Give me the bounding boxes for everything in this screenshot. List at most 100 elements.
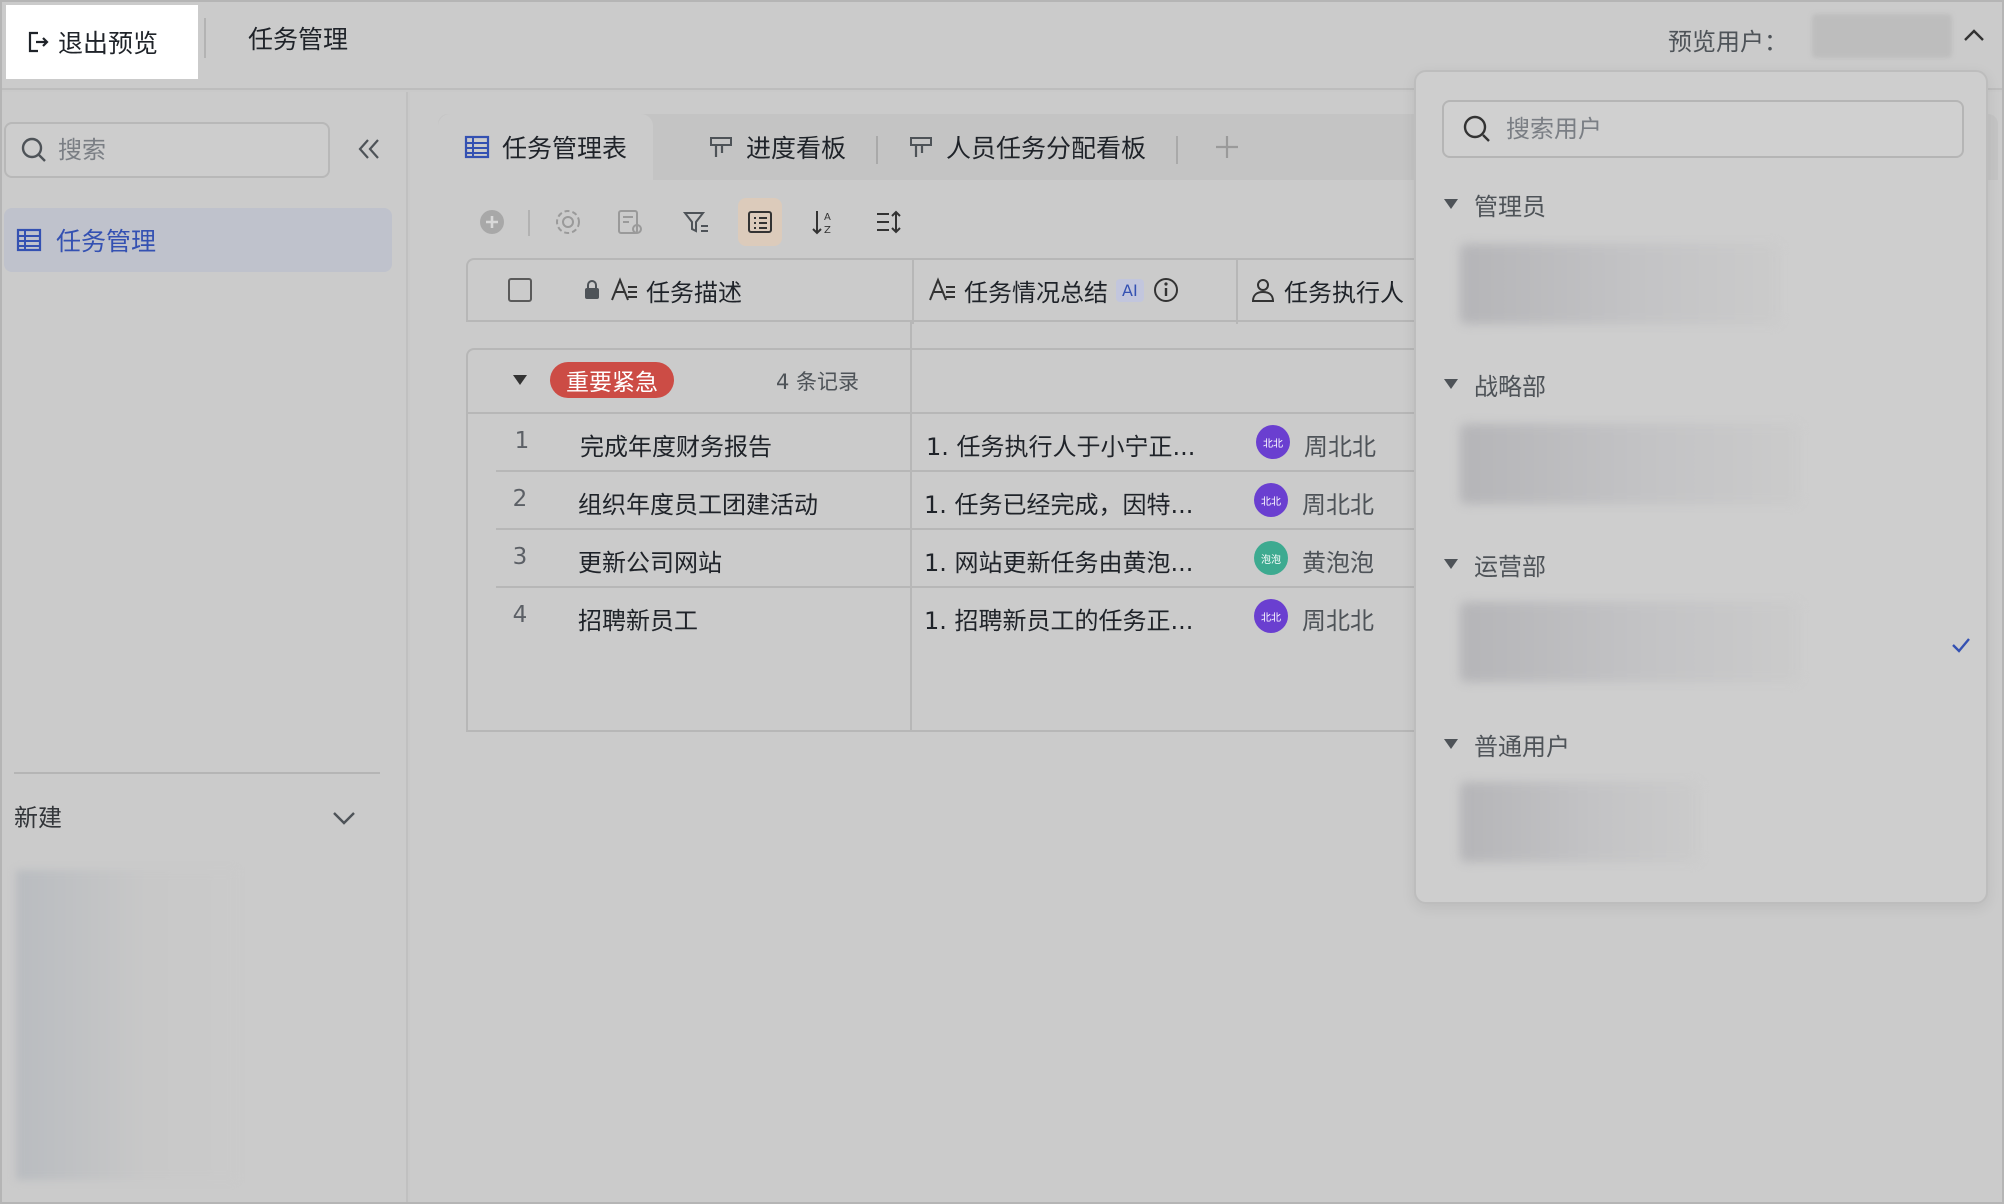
avatar: 泡泡 <box>1254 541 1288 575</box>
search-icon <box>1463 115 1490 142</box>
preview-user-selector[interactable] <box>1812 14 1952 58</box>
column-label: 任务执行人 <box>1284 278 1404 307</box>
settings-button[interactable] <box>546 198 590 246</box>
user-search[interactable] <box>1442 100 1964 158</box>
table-row[interactable]: 4 招聘新员工 1. 招聘新员工的任务正... 北北 周北北 <box>496 586 1516 644</box>
assignee-cell[interactable]: 黄泡泡 <box>1302 543 1374 578</box>
ai-badge: AI <box>1116 278 1144 302</box>
user-group-admin[interactable]: 管理员 <box>1444 184 1546 224</box>
add-record-button[interactable] <box>470 198 514 246</box>
table-icon <box>464 135 490 159</box>
column-header-task-summary[interactable]: 任务情况总结 AI <box>928 260 1180 320</box>
tab-task-table[interactable]: 任务管理表 <box>438 114 654 180</box>
caret-down-icon <box>1444 559 1458 569</box>
sidebar-new-label[interactable]: 新建 <box>14 798 62 833</box>
assignee-cell[interactable]: 周北北 <box>1302 601 1374 636</box>
column-label: 任务描述 <box>646 278 742 307</box>
divider <box>204 18 206 58</box>
column-header-task-desc[interactable]: 任务描述 <box>582 260 742 320</box>
column-header-assignee[interactable]: 任务执行人 <box>1250 260 1404 320</box>
task-summary-cell[interactable]: 1. 任务执行人于小宁正... <box>926 427 1195 462</box>
user-group-operations[interactable]: 运营部 <box>1444 544 1546 584</box>
sidebar-search-input[interactable] <box>58 136 298 164</box>
add-icon <box>480 210 504 234</box>
blurred-user-list[interactable] <box>1460 782 1700 862</box>
sidebar-divider <box>14 772 380 774</box>
assignee-cell[interactable]: 周北北 <box>1304 427 1376 462</box>
exit-icon <box>28 31 49 53</box>
caret-down-icon[interactable] <box>512 374 528 386</box>
preview-user-dropdown: 管理员 战略部 运营部 普通用户 <box>1414 70 1988 904</box>
blurred-content <box>16 870 236 1180</box>
select-all-cell <box>508 260 532 320</box>
user-search-input[interactable] <box>1506 115 1926 143</box>
sort-icon: A Z <box>812 211 831 236</box>
blurred-user-list[interactable] <box>1460 244 1780 324</box>
assignee-cell[interactable]: 周北北 <box>1302 485 1374 520</box>
table-row[interactable]: 3 更新公司网站 1. 网站更新任务由黄泡... 泡泡 黄泡泡 <box>496 528 1516 586</box>
group-row[interactable]: 重要紧急 4 条记录 <box>466 348 1516 412</box>
table-bottom-border <box>466 730 1516 732</box>
task-desc-cell[interactable]: 组织年度员工团建活动 <box>578 485 818 520</box>
settings-icon <box>556 210 580 234</box>
task-desc-cell[interactable]: 完成年度财务报告 <box>580 427 772 462</box>
chevron-up-icon[interactable] <box>1960 22 1988 50</box>
table-left-border <box>466 412 468 732</box>
task-summary-cell[interactable]: 1. 任务已经完成，因特... <box>924 485 1193 520</box>
user-group-regular[interactable]: 普通用户 <box>1444 724 1570 764</box>
lock-icon <box>585 280 599 299</box>
table-row[interactable]: 1 完成年度财务报告 1. 任务执行人于小宁正... 北北 周北北 <box>466 412 1516 470</box>
text-field-icon <box>611 277 637 301</box>
kanban-icon <box>910 137 932 157</box>
collapse-sidebar-icon[interactable] <box>354 134 384 164</box>
chevron-down-icon[interactable] <box>330 804 358 832</box>
avatar: 北北 <box>1254 599 1288 633</box>
caret-down-icon <box>1444 379 1458 389</box>
user-group-strategy[interactable]: 战略部 <box>1444 364 1546 404</box>
avatar: 北北 <box>1254 483 1288 517</box>
column-label: 任务情况总结 <box>964 278 1108 307</box>
task-summary-cell[interactable]: 1. 招聘新员工的任务正... <box>924 601 1193 636</box>
form-settings-button[interactable] <box>608 198 652 246</box>
task-desc-cell[interactable]: 更新公司网站 <box>578 543 722 578</box>
group-tag: 重要紧急 <box>550 362 674 398</box>
sidebar-item-label: 任务管理 <box>56 227 157 256</box>
add-tab-icon[interactable] <box>1212 132 1242 162</box>
task-summary-cell[interactable]: 1. 网站更新任务由黄泡... <box>924 543 1193 578</box>
sidebar-item-task-management[interactable]: 任务管理 <box>4 208 392 272</box>
task-desc-cell[interactable]: 招聘新员工 <box>578 601 698 636</box>
caret-down-icon <box>1444 739 1458 749</box>
blurred-user-list[interactable] <box>1460 424 1800 504</box>
tab-label: 任务管理表 <box>502 134 628 163</box>
caret-down-icon <box>1444 199 1458 209</box>
exit-preview-button[interactable]: 退出预览 <box>6 5 198 79</box>
tab-assignment-board[interactable]: 人员任务分配看板 <box>908 114 1146 180</box>
search-icon <box>21 137 46 162</box>
table-icon <box>16 228 42 252</box>
check-icon <box>1952 638 1970 653</box>
sort-button[interactable]: A Z <box>802 198 846 246</box>
preview-user-label: 预览用户： <box>1668 28 1788 56</box>
row-height-button[interactable] <box>866 198 910 246</box>
row-number: 4 <box>512 602 528 628</box>
sidebar-search[interactable] <box>4 122 330 178</box>
blurred-user-list[interactable] <box>1460 602 1800 682</box>
svg-text:Z: Z <box>824 225 831 236</box>
tab-divider <box>876 136 878 164</box>
filter-button[interactable] <box>674 198 718 246</box>
group-record-count: 4 条记录 <box>776 370 860 394</box>
exit-preview-label: 退出预览 <box>58 29 159 58</box>
select-all-checkbox[interactable] <box>508 278 532 302</box>
tab-progress-board[interactable]: 进度看板 <box>708 114 846 180</box>
toolbar-divider <box>528 210 530 236</box>
tab-label: 人员任务分配看板 <box>946 134 1147 163</box>
info-icon[interactable] <box>1152 276 1180 304</box>
table-row[interactable]: 2 组织年度员工团建活动 1. 任务已经完成，因特... 北北 周北北 <box>496 470 1516 528</box>
row-number: 2 <box>512 486 528 512</box>
table-header: 任务描述 任务情况总结 AI 任务执行人 <box>466 258 1516 324</box>
row-number: 1 <box>514 428 530 454</box>
avatar: 北北 <box>1256 425 1290 459</box>
form-settings-icon <box>618 210 642 234</box>
group-button[interactable] <box>738 198 782 246</box>
column-divider <box>912 260 914 324</box>
